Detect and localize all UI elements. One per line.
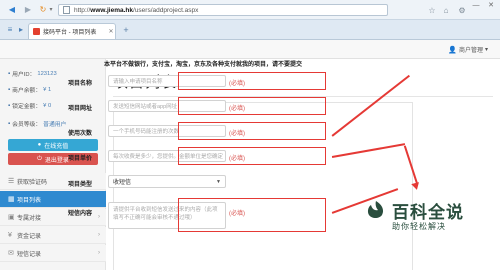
bookmark-icon: ▣ [8,214,15,221]
member-level: ▪ 会员等级： 普通用户 [8,120,67,129]
highlight-box [178,122,326,140]
sidebar-item-project-list[interactable]: ▦ 项目列表 [0,191,106,208]
page-icon [63,6,70,14]
project-type-select[interactable]: 收短信 ▼ [108,175,226,188]
site-favicon-icon [33,28,40,35]
power-icon: ⏻ [37,155,42,162]
sidebar-item-sms-records[interactable]: ✉ 短信记录 › [0,245,106,262]
user-id: ▪ 用户ID： 123123 [8,70,57,79]
close-window-icon[interactable]: ✕ [485,1,497,10]
tab-strip: ≡ ▸ 接码平台 - 项目列表 ✕ + [0,20,500,40]
sidebar-item-funds[interactable]: ¥ 资金记录 › [0,227,106,244]
project-name-label: 项目名称 [68,81,93,87]
chevron-right-icon: › [98,232,100,238]
money-icon: ¥ [8,231,12,239]
watermark-subtitle: 助你轻松解决 [392,222,446,231]
browser-toolbar: ◀ ▶ ↻ ▾ http://www.jiema.hk/users/addpro… [0,0,500,20]
usage-count-label: 使用次数 [68,131,93,137]
online-recharge-button[interactable]: ● 在线充值 [8,139,98,151]
highlight-box [178,97,326,115]
minimize-icon[interactable]: — [470,1,482,10]
watermark-title: 百科全说 [392,203,464,222]
close-tab-icon[interactable]: ✕ [107,28,115,35]
tab-list-icon[interactable]: ▸ [16,25,26,35]
browser-tab[interactable]: 接码平台 - 项目列表 ✕ [28,23,116,39]
star-icon[interactable]: ☆ [426,4,438,16]
project-type-label: 项目类型 [68,182,93,188]
message-icon: ✉ [8,250,14,257]
chevron-right-icon: › [98,214,100,220]
address-bar[interactable]: http://www.jiema.hk/users/addproject.asp… [58,4,388,16]
list-icon: ☰ [8,178,15,185]
user-menu[interactable]: 👤 商户管理 ▾ [448,45,488,55]
forward-arrow-icon[interactable]: ▶ [22,4,34,16]
chevron-right-icon: › [98,250,100,256]
available-balance: ▪ 商户余额： ¥ 1 [8,86,52,95]
notice-text: 本平台不做银行，支付宝，淘宝，京东及各种支付就我的项目，请不要提交 [104,62,303,68]
cart-icon: ● [37,142,42,148]
chevron-down-icon: ▼ [216,178,221,185]
history-dropdown-icon[interactable]: ▾ [47,4,55,16]
gear-icon[interactable]: ⚙ [456,4,468,16]
app-header: 👤 商户管理 ▾ [0,40,500,59]
sidebar: ▪ 用户ID： 123123 ▪ 商户余额： ¥ 1 ▪ 锁定金额： ¥ 0 ▪ 会员… [0,59,106,270]
badge-icon: ▪ [8,120,11,127]
user-icon: ▪ [8,70,11,77]
new-tab-icon[interactable]: + [120,24,132,36]
wallet-icon: ▪ [8,86,11,93]
url-text: http://www.jiema.hk/users/addproject.asp… [74,6,199,14]
unit-price-label: 项目单价 [68,156,93,162]
home-icon[interactable]: ⌂ [440,4,452,16]
browser-menu-icon[interactable]: ≡ [5,25,15,35]
project-url-label: 项目网址 [68,106,93,112]
frozen-balance: ▪ 锁定金额： ¥ 0 [8,102,52,111]
grid-icon: ▦ [8,196,15,203]
watermark-logo-icon [367,201,384,218]
highlight-box [178,198,326,232]
sms-content-label: 短信内容 [68,211,93,217]
chevron-down-icon: ▾ [484,47,488,53]
highlight-box [178,72,326,90]
tab-label: 接码平台 - 项目列表 [43,30,97,36]
back-arrow-icon[interactable]: ◀ [6,4,18,16]
user-icon: 👤 [448,46,457,54]
highlight-box [178,147,326,165]
lock-icon: ▪ [8,102,11,109]
